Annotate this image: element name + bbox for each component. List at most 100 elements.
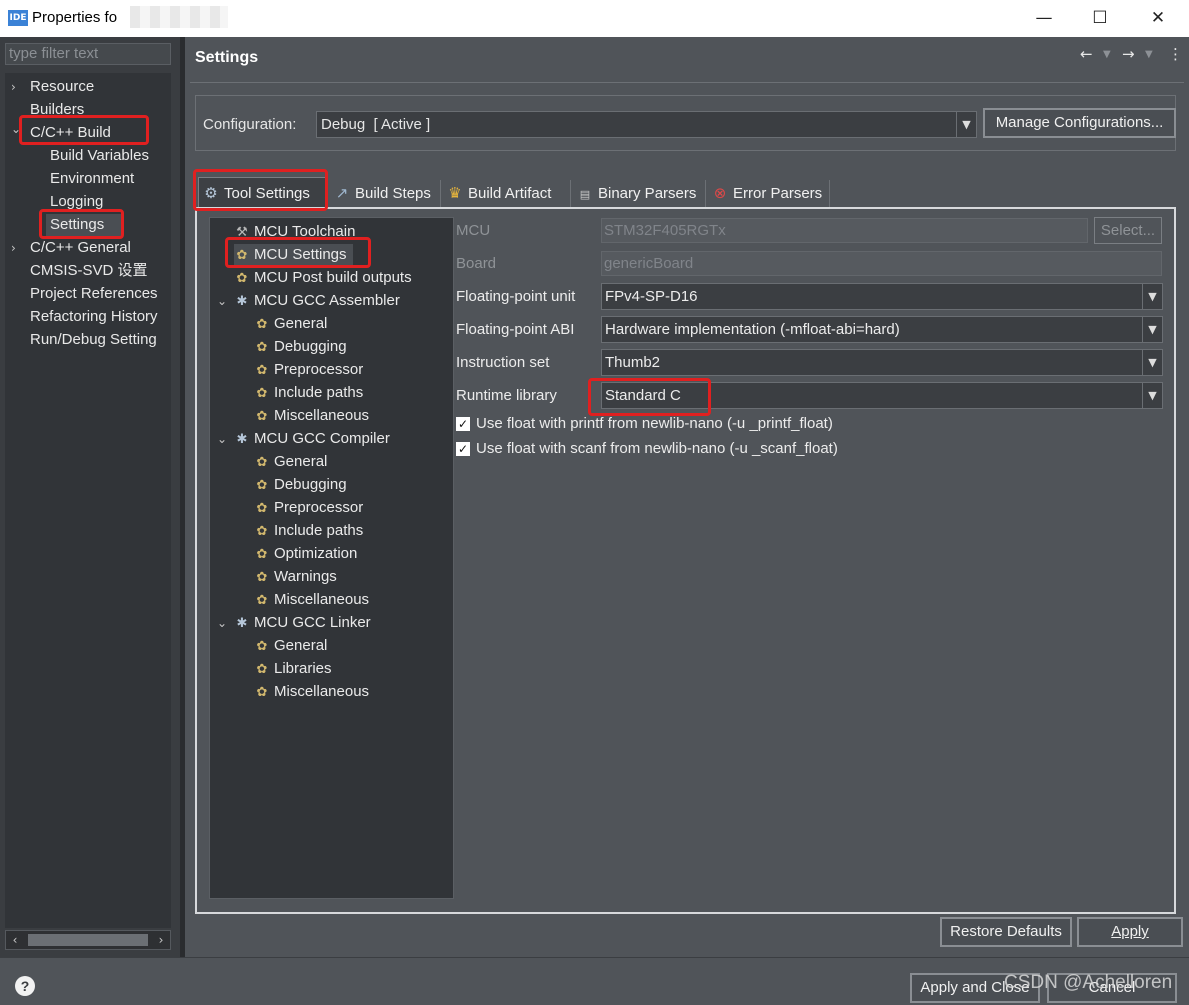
tree-item-assembler-preprocessor[interactable]: ✿ Preprocessor xyxy=(254,359,364,381)
forward-arrow-icon[interactable]: → xyxy=(1122,45,1135,63)
tree-item-compiler-general[interactable]: ✿ General xyxy=(254,451,328,473)
view-menu-icon[interactable]: ⋮ xyxy=(1168,45,1183,63)
nav-item-settings[interactable]: Settings xyxy=(46,214,122,236)
tree-item-mcu-settings[interactable]: ✿ MCU Settings xyxy=(234,244,353,266)
tree-item-compiler-optimization[interactable]: ✿ Optimization xyxy=(254,543,358,565)
settings-tabs: ⚙ Tool Settings ↗ Build Steps ♛ Build Artif… xyxy=(195,177,1176,209)
tree-item-mcu-toolchain[interactable]: ⚒ MCU Toolchain xyxy=(234,221,355,243)
chevron-right-icon[interactable]: › xyxy=(11,237,23,259)
settings-page: Settings ← ▼ → ▼ ⋮ Configuration: Debug … xyxy=(185,37,1189,957)
scroll-left-icon[interactable]: ‹ xyxy=(6,931,24,949)
tab-error-parsers[interactable]: ⊗ Error Parsers xyxy=(708,180,830,207)
back-dropdown-icon[interactable]: ▼ xyxy=(1103,49,1111,60)
tab-build-artifact[interactable]: ♛ Build Artifact xyxy=(443,180,571,207)
tab-binary-parsers[interactable]: ▤ Binary Parsers xyxy=(573,180,706,207)
close-button[interactable]: ✕ xyxy=(1145,6,1171,30)
checkbox-checked-icon[interactable]: ✓ xyxy=(456,442,470,457)
page-title: Settings xyxy=(195,49,259,66)
nav-item-label: C/C++ General xyxy=(30,239,131,256)
cog-icon: ✱ xyxy=(236,432,248,447)
gear-icon: ✿ xyxy=(256,455,268,470)
runtime-library-select[interactable]: Standard C ▼ xyxy=(601,382,1163,409)
tree-item-label: Miscellaneous xyxy=(274,591,370,608)
apply-label: Apply xyxy=(1111,923,1149,940)
chevron-right-icon[interactable]: › xyxy=(11,76,23,98)
forward-dropdown-icon[interactable]: ▼ xyxy=(1145,49,1153,60)
tree-item-mcu-gcc-compiler[interactable]: ⌄ ✱ MCU GCC Compiler xyxy=(216,428,390,450)
build-steps-icon: ↗ xyxy=(335,184,349,202)
configuration-select[interactable]: Debug [ Active ] ▼ xyxy=(316,111,977,138)
tree-item-compiler-preprocessor[interactable]: ✿ Preprocessor xyxy=(254,497,364,519)
help-icon[interactable]: ? xyxy=(15,976,35,996)
tree-item-assembler-debugging[interactable]: ✿ Debugging xyxy=(254,336,347,358)
chevron-down-icon[interactable]: ▼ xyxy=(956,112,976,137)
tree-item-mcu-post-build-outputs[interactable]: ✿ MCU Post build outputs xyxy=(234,267,412,289)
configuration-label: Configuration: xyxy=(203,116,297,133)
nav-item-label: Run/Debug Setting xyxy=(30,331,157,348)
floating-point-unit-select[interactable]: FPv4-SP-D16 ▼ xyxy=(601,283,1163,310)
checkbox-checked-icon[interactable]: ✓ xyxy=(456,417,470,432)
tree-item-mcu-gcc-assembler[interactable]: ⌄ ✱ MCU GCC Assembler xyxy=(216,290,400,312)
tree-item-label: Miscellaneous xyxy=(274,407,370,424)
gear-icon: ✿ xyxy=(256,685,268,700)
filter-input[interactable]: type filter text xyxy=(5,43,171,65)
apply-button[interactable]: Apply xyxy=(1077,917,1183,947)
floating-point-abi-value: Hardware implementation (-mfloat-abi=har… xyxy=(605,321,900,338)
restore-defaults-button[interactable]: Restore Defaults xyxy=(940,917,1072,947)
tab-tool-settings[interactable]: ⚙ Tool Settings xyxy=(198,177,328,209)
tree-item-label: Include paths xyxy=(274,522,364,539)
tab-label: Error Parsers xyxy=(733,185,823,202)
chevron-down-icon[interactable]: ⌄ xyxy=(216,612,228,634)
tree-item-assembler-include-paths[interactable]: ✿ Include paths xyxy=(254,382,364,404)
gear-icon: ✿ xyxy=(256,593,268,608)
gear-icon: ✿ xyxy=(236,248,248,263)
chevron-down-icon[interactable]: ▼ xyxy=(1142,350,1162,375)
nav-item-label: Builders xyxy=(30,101,85,118)
scrollbar-thumb[interactable] xyxy=(28,934,148,946)
manage-configurations-button[interactable]: Manage Configurations... xyxy=(983,108,1176,138)
minimize-button[interactable]: — xyxy=(1031,6,1057,30)
chevron-down-icon[interactable]: ▼ xyxy=(1142,383,1162,408)
horizontal-scrollbar[interactable]: ‹ › xyxy=(5,930,171,950)
chevron-down-icon[interactable]: ▼ xyxy=(1142,284,1162,309)
tree-item-compiler-miscellaneous[interactable]: ✿ Miscellaneous xyxy=(254,589,370,611)
restore-defaults-label: Restore Defaults xyxy=(950,923,1062,940)
floating-point-abi-select[interactable]: Hardware implementation (-mfloat-abi=har… xyxy=(601,316,1163,343)
nav-item-label: Project References xyxy=(30,285,158,302)
floating-point-abi-label: Floating-point ABI xyxy=(456,321,575,338)
tree-item-assembler-miscellaneous[interactable]: ✿ Miscellaneous xyxy=(254,405,370,427)
app-icon: IDE xyxy=(8,10,28,26)
back-arrow-icon[interactable]: ← xyxy=(1080,45,1093,63)
watermark-text: CSDN @Achelloren xyxy=(1004,972,1173,993)
tree-item-linker-general[interactable]: ✿ General xyxy=(254,635,328,657)
tree-item-linker-libraries[interactable]: ✿ Libraries xyxy=(254,658,332,680)
scanf-float-checkbox[interactable]: ✓ Use float with scanf from newlib-nano (… xyxy=(456,440,838,460)
tree-item-label: MCU GCC Compiler xyxy=(254,430,390,447)
tree-item-assembler-general[interactable]: ✿ General xyxy=(254,313,328,335)
chevron-down-icon[interactable]: ⌄ xyxy=(216,428,228,450)
chevron-down-icon[interactable]: ⌄ xyxy=(11,118,23,140)
tool-settings-tree: ⚒ MCU Toolchain ✿ MCU Settings ✿ MCU Post b… xyxy=(209,217,454,899)
tree-item-compiler-debugging[interactable]: ✿ Debugging xyxy=(254,474,347,496)
gear-icon: ✿ xyxy=(256,340,268,355)
tab-build-steps[interactable]: ↗ Build Steps xyxy=(330,180,441,207)
printf-float-label: Use float with printf from newlib-nano (… xyxy=(476,415,833,432)
tree-item-linker-miscellaneous[interactable]: ✿ Miscellaneous xyxy=(254,681,370,703)
binary-parsers-icon: ▤ xyxy=(579,188,591,201)
instruction-set-select[interactable]: Thumb2 ▼ xyxy=(601,349,1163,376)
gear-icon: ✿ xyxy=(236,271,248,286)
tree-item-label: MCU Settings xyxy=(254,246,347,263)
tree-item-compiler-include-paths[interactable]: ✿ Include paths xyxy=(254,520,364,542)
window-title: Properties fo xyxy=(32,9,118,26)
scroll-right-icon[interactable]: › xyxy=(152,931,170,949)
nav-item-label: Logging xyxy=(50,193,104,210)
tab-label: Build Steps xyxy=(355,185,431,202)
chevron-down-icon[interactable]: ⌄ xyxy=(216,290,228,312)
maximize-button[interactable]: ☐ xyxy=(1087,6,1113,30)
tree-item-compiler-warnings[interactable]: ✿ Warnings xyxy=(254,566,337,588)
tree-item-label: General xyxy=(274,315,328,332)
tree-item-label: MCU GCC Linker xyxy=(254,614,371,631)
printf-float-checkbox[interactable]: ✓ Use float with printf from newlib-nano … xyxy=(456,415,833,435)
chevron-down-icon[interactable]: ▼ xyxy=(1142,317,1162,342)
tree-item-mcu-gcc-linker[interactable]: ⌄ ✱ MCU GCC Linker xyxy=(216,612,371,634)
